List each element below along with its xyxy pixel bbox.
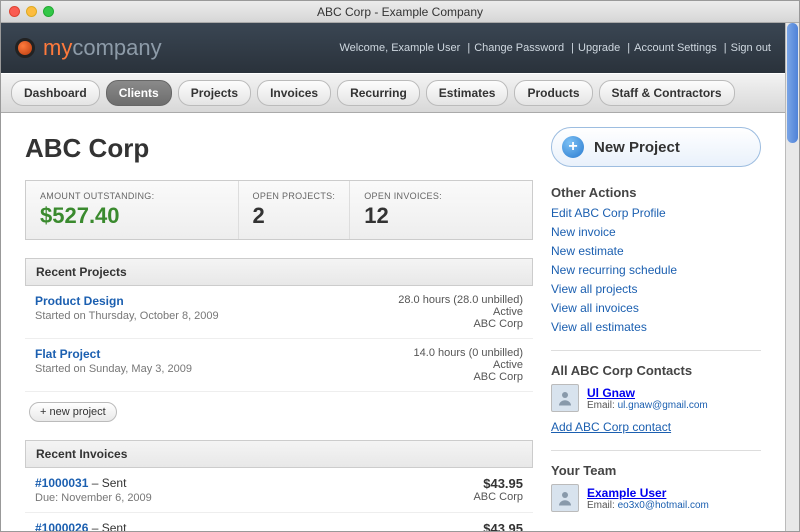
summary-box: Amount Outstanding: $527.40 Open Project… — [25, 180, 533, 240]
recent-invoices-header: Recent Invoices — [25, 440, 533, 468]
invoice-row: #1000026 – SentDue: October 22, 2009$43.… — [25, 513, 533, 531]
window-title: ABC Corp - Example Company — [317, 5, 483, 19]
main-nav: Dashboard Clients Projects Invoices Recu… — [1, 73, 785, 113]
logo: mycompany — [15, 35, 162, 61]
nav-projects[interactable]: Projects — [178, 80, 251, 106]
sidebar-action-link[interactable]: View all projects — [551, 282, 637, 296]
contacts-heading: All ABC Corp Contacts — [551, 363, 761, 378]
invoice-row: #1000031 – SentDue: November 6, 2009$43.… — [25, 468, 533, 513]
recent-projects-header: Recent Projects — [25, 258, 533, 286]
new-project-pill[interactable]: + new project — [29, 402, 117, 422]
user-links: Welcome, Example User |Change Password |… — [339, 42, 771, 54]
nav-estimates[interactable]: Estimates — [426, 80, 509, 106]
app-header: mycompany Welcome, Example User |Change … — [1, 23, 785, 73]
open-projects-value: 2 — [253, 203, 336, 229]
invoice-meta: $43.95ABC Corp — [473, 521, 523, 531]
invoice-link[interactable]: #1000031 — [35, 476, 88, 490]
sidebar-action-link[interactable]: View all estimates — [551, 320, 647, 334]
team-name-link[interactable]: Example User — [587, 486, 666, 500]
invoice-link[interactable]: #1000026 — [35, 521, 88, 531]
project-meta: 28.0 hours (28.0 unbilled)ActiveABC Corp — [398, 294, 523, 330]
other-actions-heading: Other Actions — [551, 185, 761, 200]
sidebar-action-link[interactable]: New estimate — [551, 244, 624, 258]
project-link[interactable]: Product Design — [35, 294, 124, 308]
project-link[interactable]: Flat Project — [35, 347, 100, 361]
sidebar-action-link[interactable]: New invoice — [551, 225, 616, 239]
nav-clients[interactable]: Clients — [106, 80, 172, 106]
window-titlebar: ABC Corp - Example Company — [1, 1, 799, 23]
link-account-settings[interactable]: Account Settings — [634, 42, 717, 54]
other-actions-list: Edit ABC Corp Profile New invoice New esti… — [551, 206, 761, 334]
nav-dashboard[interactable]: Dashboard — [11, 80, 100, 106]
contact-row: Ul Gnaw Email: ul.gnaw@gmail.com — [551, 384, 761, 412]
outstanding-label: Amount Outstanding: — [40, 191, 224, 201]
nav-staff[interactable]: Staff & Contractors — [599, 80, 735, 106]
project-row: Flat Project Started on Sunday, May 3, 20… — [25, 339, 533, 392]
minimize-icon[interactable] — [26, 6, 37, 17]
scrollbar[interactable] — [785, 23, 799, 531]
team-heading: Your Team — [551, 463, 761, 478]
new-project-button[interactable]: + New Project — [551, 127, 761, 167]
sidebar-action-link[interactable]: View all invoices — [551, 301, 639, 315]
scrollbar-thumb[interactable] — [787, 23, 798, 143]
open-invoices-value: 12 — [364, 203, 442, 229]
contact-name-link[interactable]: Ul Gnaw — [587, 386, 635, 400]
new-project-button-label: New Project — [594, 139, 680, 156]
project-row: Product Design Started on Thursday, Octob… — [25, 286, 533, 339]
team-email-link[interactable]: eo3x0@hotmail.com — [618, 500, 709, 511]
plus-icon: + — [562, 136, 584, 158]
zoom-icon[interactable] — [43, 6, 54, 17]
project-meta: 14.0 hours (0 unbilled)ActiveABC Corp — [414, 347, 523, 383]
sidebar-action-link[interactable]: Edit ABC Corp Profile — [551, 206, 666, 220]
project-subtext: Started on Thursday, October 8, 2009 — [35, 310, 219, 322]
add-contact-link[interactable]: Add ABC Corp contact — [551, 420, 671, 434]
contact-email-link[interactable]: ul.gnaw@gmail.com — [618, 400, 708, 411]
nav-products[interactable]: Products — [514, 80, 592, 106]
logo-icon — [15, 38, 35, 58]
outstanding-value: $527.40 — [40, 203, 224, 229]
open-projects-label: Open Projects: — [253, 191, 336, 201]
close-icon[interactable] — [9, 6, 20, 17]
link-change-password[interactable]: Change Password — [474, 42, 564, 54]
team-row: Example User Email: eo3x0@hotmail.com — [551, 484, 761, 512]
page-title: ABC Corp — [25, 133, 533, 164]
project-subtext: Started on Sunday, May 3, 2009 — [35, 363, 192, 375]
link-sign-out[interactable]: Sign out — [731, 42, 771, 54]
nav-invoices[interactable]: Invoices — [257, 80, 331, 106]
sidebar-action-link[interactable]: New recurring schedule — [551, 263, 677, 277]
avatar-icon — [551, 484, 579, 512]
nav-recurring[interactable]: Recurring — [337, 80, 420, 106]
invoice-meta: $43.95ABC Corp — [473, 476, 523, 504]
link-upgrade[interactable]: Upgrade — [578, 42, 620, 54]
invoice-subtext: Due: November 6, 2009 — [35, 492, 152, 504]
welcome-text: Welcome, Example User — [339, 42, 460, 54]
open-invoices-label: Open Invoices: — [364, 191, 442, 201]
avatar-icon — [551, 384, 579, 412]
